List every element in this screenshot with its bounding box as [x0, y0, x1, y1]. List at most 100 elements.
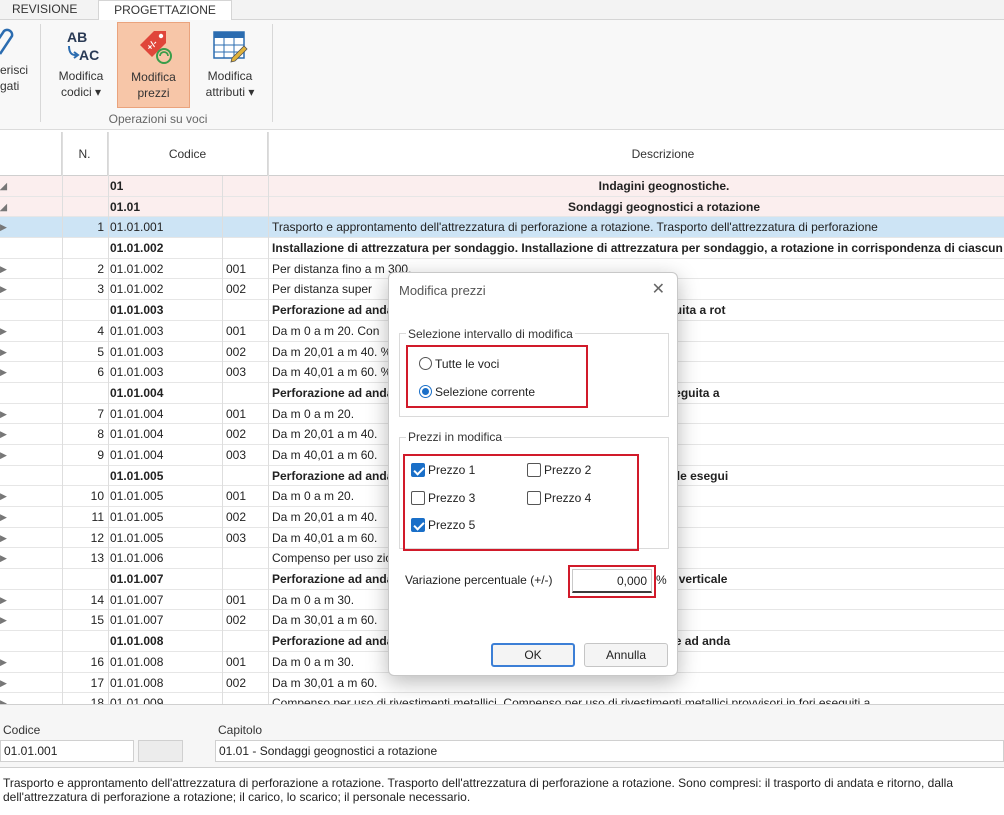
row-code: 01.01.007	[110, 592, 164, 607]
variation-label: Variazione percentuale (+/-)	[405, 573, 553, 587]
row-code: 01.01.005	[110, 510, 164, 524]
row-number: 5	[97, 344, 104, 359]
row-description: Sondaggi geognostici a rotazione	[567, 199, 760, 214]
ok-button[interactable]: OK	[491, 643, 575, 667]
row-expander-icon: ◢	[0, 181, 7, 191]
row-number: 7	[97, 406, 104, 421]
row-number: 11	[91, 510, 104, 524]
row-code: 01.01.002	[110, 282, 164, 297]
row-expander-icon: ▶	[0, 512, 7, 522]
radio-tutte-le-voci-label: Tutte le voci	[435, 357, 500, 371]
modifica-prezzi-dialog: Modifica prezzi ✕ Selezione intervallo d…	[388, 272, 678, 676]
row-subcode: 002	[226, 282, 247, 297]
row-subcode: 001	[226, 261, 247, 276]
row-number: 1	[97, 220, 104, 235]
table-row[interactable]: ◢ 01.01 Sondaggi geognostici a rotazione	[0, 196, 1004, 218]
row-code: 01.01.004	[110, 406, 164, 421]
price-tag-icon: +/-	[139, 31, 172, 64]
row-description: Indagini geognostiche.	[598, 179, 730, 193]
row-code: 01.01.005	[110, 468, 164, 483]
row-number: 13	[90, 551, 104, 566]
row-code: 01.01.008	[110, 654, 164, 669]
row-number: 14	[90, 592, 104, 607]
prezzo-1-checkbox[interactable]	[411, 463, 425, 477]
row-subcode: 003	[226, 530, 247, 545]
row-number: 10	[90, 489, 104, 504]
radio-selezione-corrente[interactable]	[419, 385, 432, 398]
prezzo-3-checkbox[interactable]	[411, 491, 425, 505]
row-subcode: 001	[226, 592, 247, 607]
row-code: 01.01.008	[110, 675, 164, 690]
row-expander-icon: ▶	[0, 263, 7, 274]
row-number: 8	[97, 427, 104, 442]
row-expander-icon: ▶	[0, 677, 7, 688]
row-subcode: 001	[226, 654, 247, 669]
row-number: 2	[97, 261, 104, 276]
row-code: 01.01.009	[110, 696, 164, 704]
dialog-title: Modifica prezzi	[399, 283, 486, 298]
header-codice[interactable]: Codice	[108, 132, 268, 176]
prezzo-5-checkbox[interactable]	[411, 518, 425, 532]
prezzo-4-label: Prezzo 4	[544, 491, 592, 505]
row-expander-icon: ▶	[0, 656, 7, 667]
row-description: Trasporto e approntamento dell'attrezzat…	[272, 220, 878, 235]
ribbon-tab-bar: REVISIONE PROGETTAZIONE	[0, 0, 1004, 21]
table-row[interactable]: ▶ 18 01.01.009 Compenso per uso di rivestim…	[0, 693, 1004, 704]
table-row[interactable]: ▶ 1 01.01.001 Trasporto e approntamento del…	[0, 217, 1004, 239]
row-subcode: 002	[226, 427, 247, 442]
insert-attachments-button[interactable]: erisci gati	[0, 22, 30, 108]
row-code: 01.01.004	[110, 385, 164, 400]
prezzo-2-checkbox[interactable]	[527, 463, 541, 477]
row-description: Installazione di attrezzatura per sondag…	[272, 241, 1004, 256]
row-number: 6	[97, 365, 104, 380]
modifica-codici-button[interactable]: AB AC Modifica codici ▾	[50, 22, 112, 108]
capitolo-field[interactable]: 01.01 - Sondaggi geognostici a rotazione	[215, 740, 1004, 762]
svg-text:AB: AB	[67, 29, 87, 45]
codice-field[interactable]: 01.01.001	[0, 740, 134, 762]
table-row[interactable]: ◢ 01 Indagini geognostiche.	[0, 176, 1004, 197]
row-description: Compenso per uso di rivestimenti metalli…	[272, 696, 871, 704]
radio-tutte-le-voci[interactable]	[419, 357, 432, 370]
close-icon[interactable]: ✕	[652, 279, 665, 299]
row-expander-icon: ▶	[0, 698, 7, 704]
row-subcode: 001	[226, 323, 247, 338]
annulla-button[interactable]: Annulla	[584, 643, 668, 667]
modifica-codici-label-2: codici ▾	[60, 85, 102, 99]
row-number: 4	[97, 323, 104, 338]
modifica-attributi-label-1: Modifica	[207, 69, 253, 83]
row-code: 01.01.008	[110, 634, 164, 649]
row-expander-icon: ◢	[0, 201, 7, 212]
modifica-attributi-button[interactable]: Modifica attributi ▾	[195, 22, 265, 108]
insert-attachments-label-2: gati	[0, 79, 20, 93]
row-expander-icon: ▶	[0, 367, 7, 378]
header-n[interactable]: N.	[62, 132, 108, 176]
row-expander-icon: ▶	[0, 429, 7, 440]
description-memo[interactable]: Trasporto e approntamento dell'attrezzat…	[0, 767, 1004, 815]
modifica-prezzi-button[interactable]: +/- Modifica prezzi	[117, 22, 190, 108]
prezzo-1-label: Prezzo 1	[428, 463, 476, 477]
row-subcode: 002	[226, 613, 247, 628]
row-expander-icon: ▶	[0, 222, 7, 233]
modifica-prezzi-label-1: Modifica	[131, 70, 176, 84]
row-code: 01.01	[110, 199, 141, 214]
row-number: 9	[97, 447, 104, 462]
table-row[interactable]: 01.01.002 Installazione di attrezzatura p…	[0, 238, 1004, 259]
row-code: 01.01.005	[110, 530, 164, 545]
tab-revisione[interactable]: REVISIONE	[12, 0, 77, 20]
prezzo-4-checkbox[interactable]	[527, 491, 541, 505]
codice-extra-field[interactable]	[138, 740, 183, 762]
row-code: 01.01.002	[110, 261, 164, 276]
tab-progettazione[interactable]: PROGETTAZIONE	[98, 0, 232, 21]
row-code: 01.01.007	[110, 572, 164, 587]
row-subcode: 002	[226, 344, 247, 359]
variation-input[interactable]: 0,000	[572, 569, 652, 593]
ribbon: erisci gati AB AC Modifica codici ▾ +/- …	[0, 20, 1004, 130]
prezzi-group-title: Prezzi in modifica	[406, 430, 505, 444]
modifica-attributi-label-2: attributi ▾	[205, 85, 255, 99]
grid-header: N. Codice Descrizione	[0, 132, 1004, 176]
row-code: 01.01.001	[110, 220, 164, 235]
ab-ac-icon: AB AC	[67, 29, 99, 63]
selection-range-title: Selezione intervallo di modifica	[406, 327, 575, 341]
memo-line-1: Trasporto e approntamento dell'attrezzat…	[3, 776, 953, 790]
header-descrizione[interactable]: Descrizione	[268, 132, 1004, 176]
